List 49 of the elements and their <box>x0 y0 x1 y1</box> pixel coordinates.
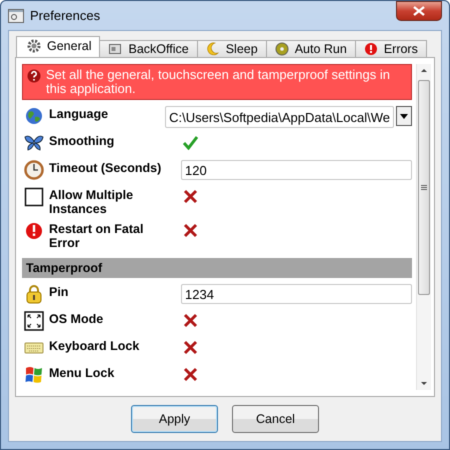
setting-label: Keyboard Lock <box>49 338 140 353</box>
close-button[interactable] <box>396 1 442 21</box>
alert-icon <box>24 220 44 240</box>
padlock-icon <box>24 284 44 304</box>
gear-icon <box>27 39 41 53</box>
dialog-button[interactable]: Cancel <box>232 405 319 433</box>
input-field[interactable]: 120 <box>181 160 412 180</box>
check-icon[interactable] <box>183 135 198 150</box>
banner-text: Set all the general, touchscreen and tamperproof settings in this application. <box>46 68 391 96</box>
setting-label: Language <box>49 106 110 121</box>
question-icon <box>27 69 41 83</box>
setting-label: Restart on Fatal Error <box>49 220 144 250</box>
app-icon <box>8 8 24 22</box>
close-icon <box>413 6 425 16</box>
tab[interactable]: Sleep <box>196 40 267 57</box>
butterfly-icon <box>24 133 44 153</box>
cross-icon[interactable] <box>183 340 198 355</box>
cross-icon[interactable] <box>183 367 198 382</box>
globe-icon <box>24 106 44 126</box>
setting-label: Pin <box>49 284 70 299</box>
moon-icon <box>206 42 220 56</box>
tab[interactable]: Errors <box>354 40 427 57</box>
window-title: Preferences <box>30 8 102 23</box>
dialog-button[interactable]: Apply <box>131 405 218 433</box>
disc-icon <box>274 42 289 56</box>
window-icon <box>108 42 122 56</box>
caret-icon <box>400 114 408 118</box>
dropdown-field[interactable]: C:\Users\Softpedia\AppData\Local\We <box>165 106 394 128</box>
setting-label: Menu Lock <box>49 365 116 380</box>
input-field[interactable]: 1234 <box>181 284 412 304</box>
tab[interactable]: General <box>16 36 100 57</box>
section-header: Tamperproof <box>22 258 412 278</box>
window-icon <box>24 187 44 207</box>
tab[interactable]: BackOffice <box>99 40 198 57</box>
flag-icon <box>24 365 44 385</box>
fullscreen-icon <box>24 311 44 331</box>
dropdown-button[interactable] <box>396 106 412 126</box>
cross-icon[interactable] <box>183 313 198 328</box>
scrollbar[interactable] <box>416 64 431 390</box>
alert-icon <box>364 42 378 56</box>
tab[interactable]: Auto Run <box>266 40 356 57</box>
setting-label: OS Mode <box>49 311 104 326</box>
clock-icon <box>24 160 44 180</box>
cross-icon[interactable] <box>183 222 198 238</box>
cross-icon[interactable] <box>183 189 198 204</box>
setting-label: Timeout (Seconds) <box>49 160 162 175</box>
setting-label: Smoothing <box>49 133 116 148</box>
setting-label: Allow Multiple Instances <box>49 187 134 216</box>
scroll-thumb[interactable] <box>418 80 430 295</box>
